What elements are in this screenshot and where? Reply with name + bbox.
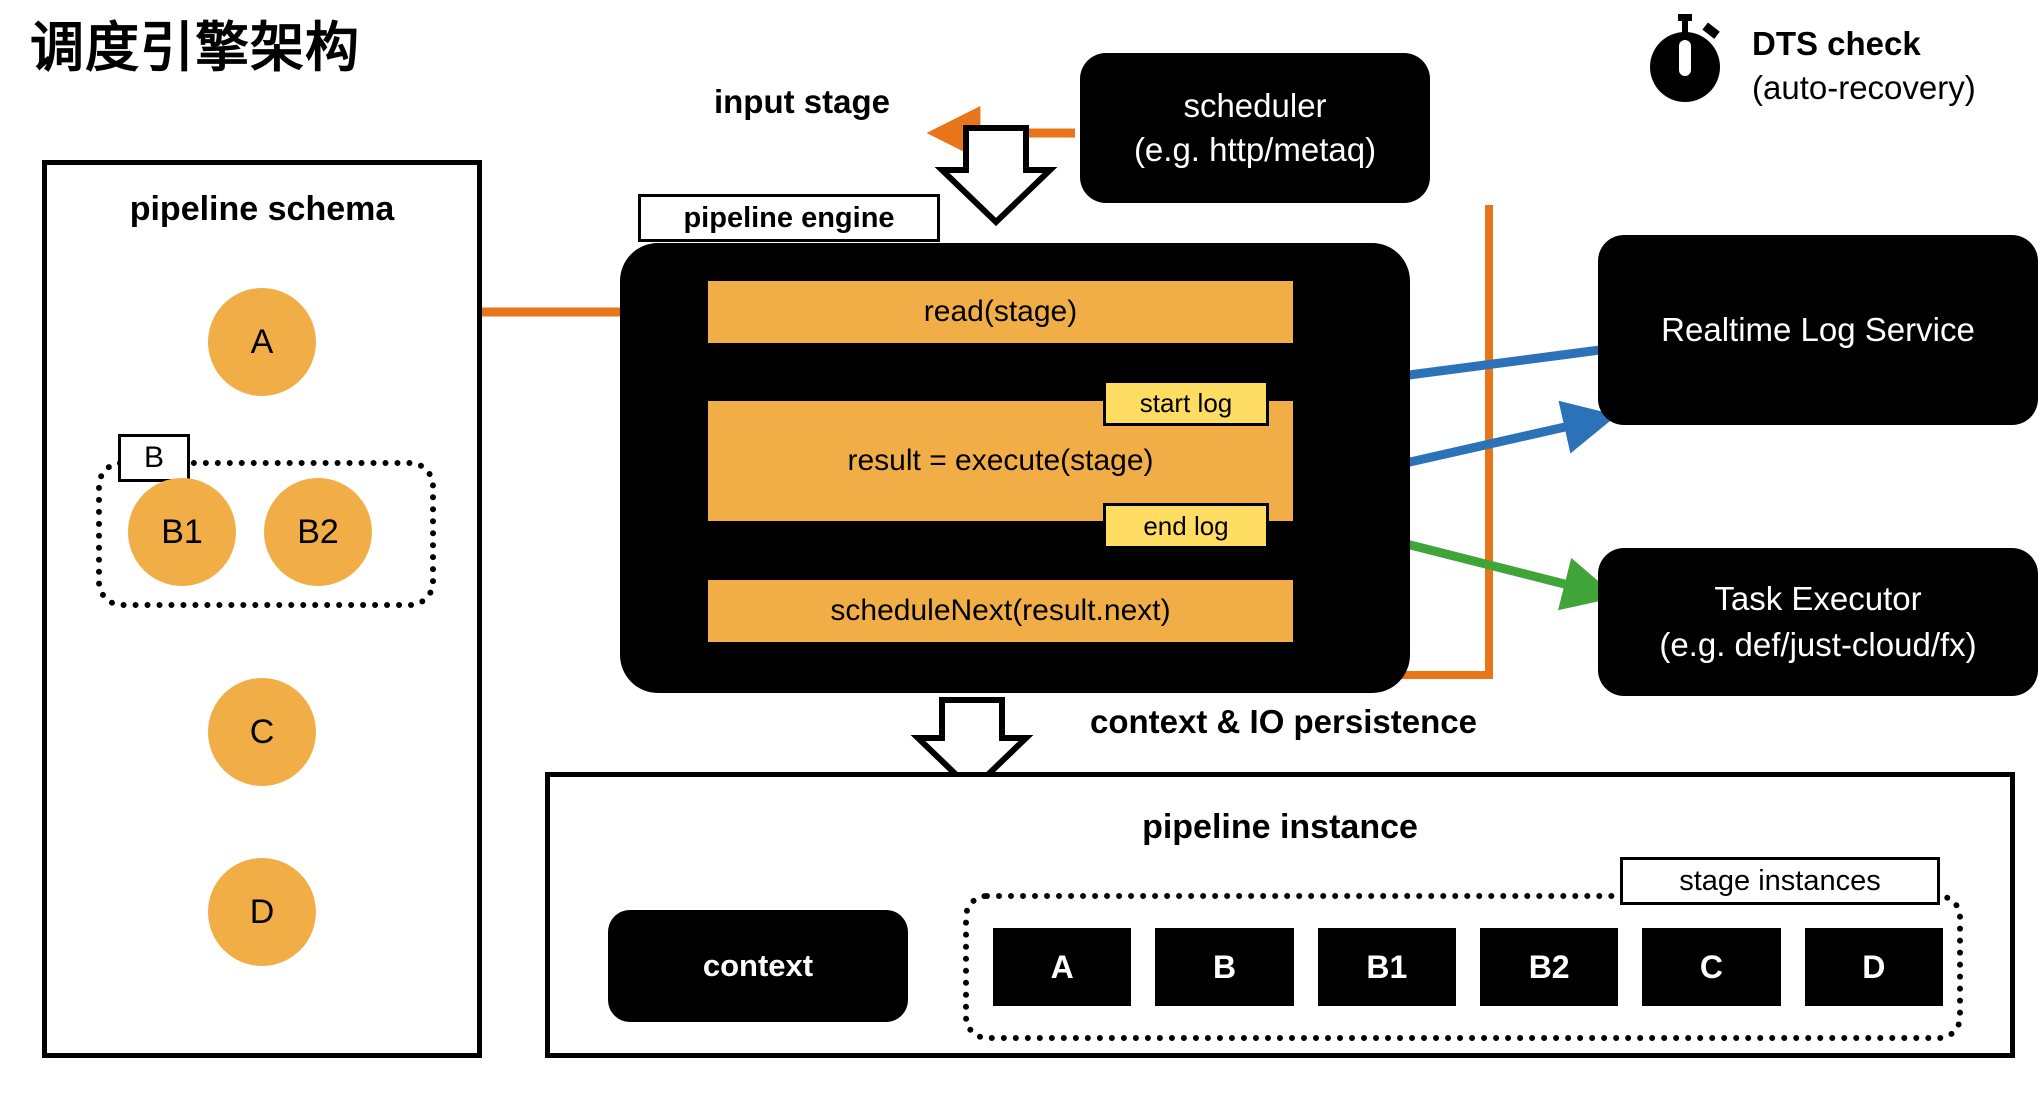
schema-group-b-label: B	[118, 434, 190, 482]
dts-check-subtitle: (auto-recovery)	[1752, 69, 1976, 106]
scheduler-box[interactable]: scheduler (e.g. http/metaq)	[1080, 53, 1430, 203]
schema-node-c[interactable]: C	[208, 678, 316, 786]
pipeline-engine-label: pipeline engine	[638, 194, 940, 242]
task-executor-title: Task Executor	[1714, 580, 1922, 617]
dts-check-label: DTS check (auto-recovery)	[1752, 22, 2040, 110]
pipeline-schema-title: pipeline schema	[129, 190, 395, 228]
schema-node-b2[interactable]: B2	[264, 478, 372, 586]
end-log-chip[interactable]: end log	[1103, 503, 1269, 549]
input-stage-down-arrow	[934, 125, 1058, 227]
scheduler-title: scheduler	[1183, 87, 1327, 124]
stage-instance-b[interactable]: B	[1155, 928, 1294, 1006]
stage-instance-b1[interactable]: B1	[1317, 928, 1456, 1006]
dts-check-title: DTS check	[1752, 25, 1921, 62]
persistence-label: context & IO persistence	[1090, 703, 1477, 740]
realtime-log-service-box[interactable]: Realtime Log Service	[1598, 235, 2038, 425]
stage-instance-list: A B B1 B2 C D	[993, 928, 1943, 1006]
scheduler-subtitle: (e.g. http/metaq)	[1133, 131, 1377, 168]
stage-instance-a[interactable]: A	[993, 928, 1132, 1006]
page-title: 调度引擎架构	[30, 18, 360, 78]
pipeline-instance-title: pipeline instance	[1142, 808, 1418, 846]
context-box[interactable]: context	[608, 910, 908, 1022]
stopwatch-icon	[1650, 14, 1720, 102]
schema-node-a[interactable]: A	[208, 288, 316, 396]
start-log-chip[interactable]: start log	[1103, 380, 1269, 426]
schema-node-b1[interactable]: B1	[128, 478, 236, 586]
stage-instances-label: stage instances	[1620, 857, 1940, 905]
input-stage-label: input stage	[713, 83, 890, 120]
stage-instance-b2[interactable]: B2	[1479, 928, 1619, 1006]
realtime-log-service-title: Realtime Log Service	[1661, 311, 1975, 348]
task-executor-box[interactable]: Task Executor (e.g. def/just-cloud/fx)	[1598, 548, 2038, 696]
task-executor-subtitle: (e.g. def/just-cloud/fx)	[1659, 626, 1977, 663]
diagram-canvas: 调度引擎架构 pipeline schema B A B1 B2 C D inp…	[0, 0, 2040, 1098]
stage-instance-d[interactable]: D	[1804, 928, 1943, 1006]
engine-step-schedulenext[interactable]: scheduleNext(result.next)	[708, 580, 1293, 642]
stage-instance-c[interactable]: C	[1642, 928, 1781, 1006]
engine-step-read[interactable]: read(stage)	[708, 281, 1293, 343]
schema-node-d[interactable]: D	[208, 858, 316, 966]
